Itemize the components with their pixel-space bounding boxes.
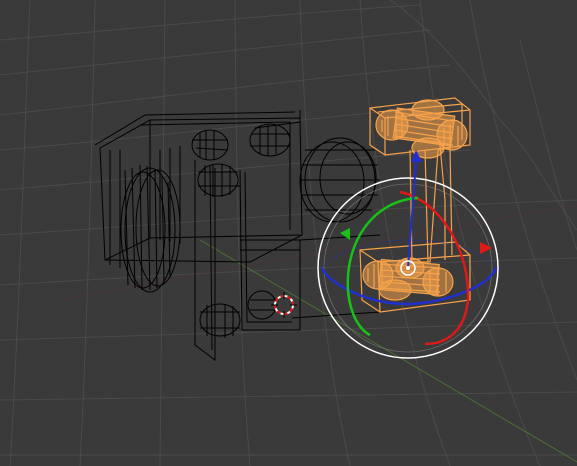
y-axis-arrowhead[interactable]: [340, 228, 350, 240]
3d-cursor-icon[interactable]: [271, 292, 297, 318]
3d-viewport[interactable]: [0, 0, 577, 466]
selected-object[interactable]: [359, 97, 471, 313]
